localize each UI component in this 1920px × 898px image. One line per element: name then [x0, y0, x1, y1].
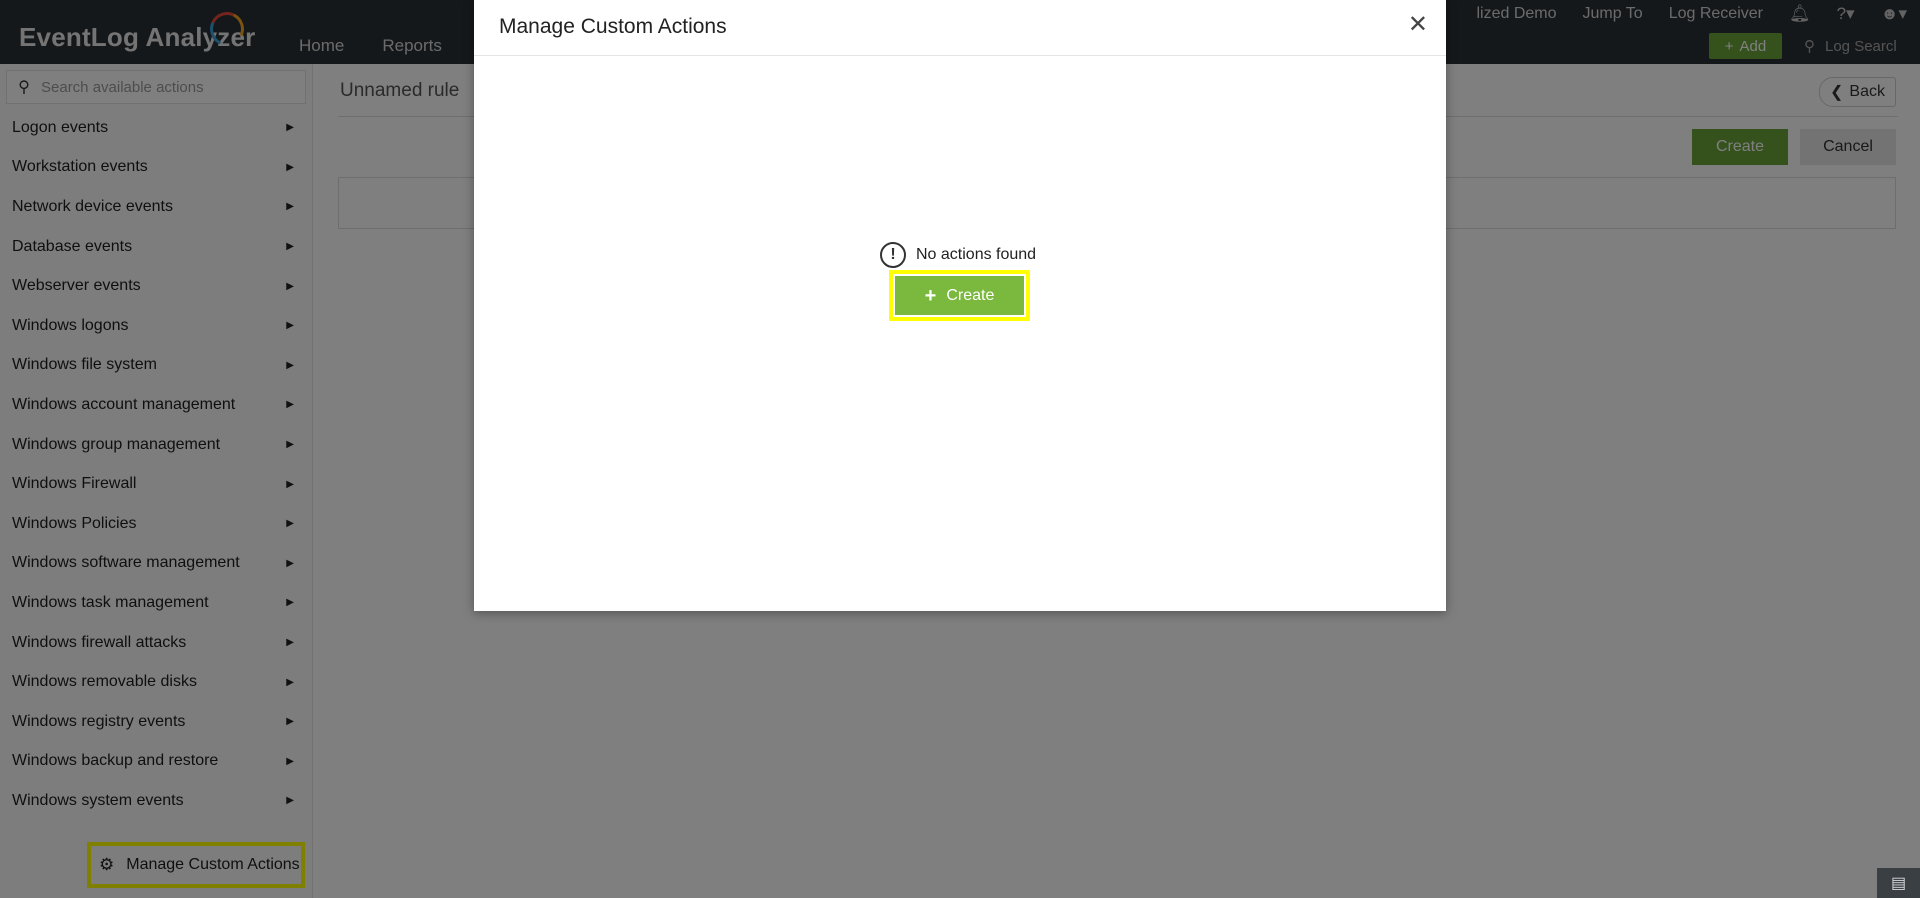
create-action-label: Create [946, 286, 995, 304]
create-action-button[interactable]: + Create [895, 276, 1024, 315]
empty-state: ! No actions found [880, 242, 1036, 268]
close-icon[interactable]: ✕ [1408, 13, 1428, 37]
dialog-header: Manage Custom Actions ✕ [474, 0, 1446, 56]
dialog-title: Manage Custom Actions [499, 15, 727, 38]
plus-icon: + [924, 284, 937, 307]
highlight-frame: + Create [889, 270, 1030, 321]
manage-custom-actions-dialog: Manage Custom Actions ✕ ! No actions fou… [474, 0, 1446, 611]
exclamation-icon: ! [880, 242, 906, 268]
empty-message: No actions found [916, 246, 1037, 263]
chat-icon[interactable]: ▤ [1877, 868, 1920, 898]
